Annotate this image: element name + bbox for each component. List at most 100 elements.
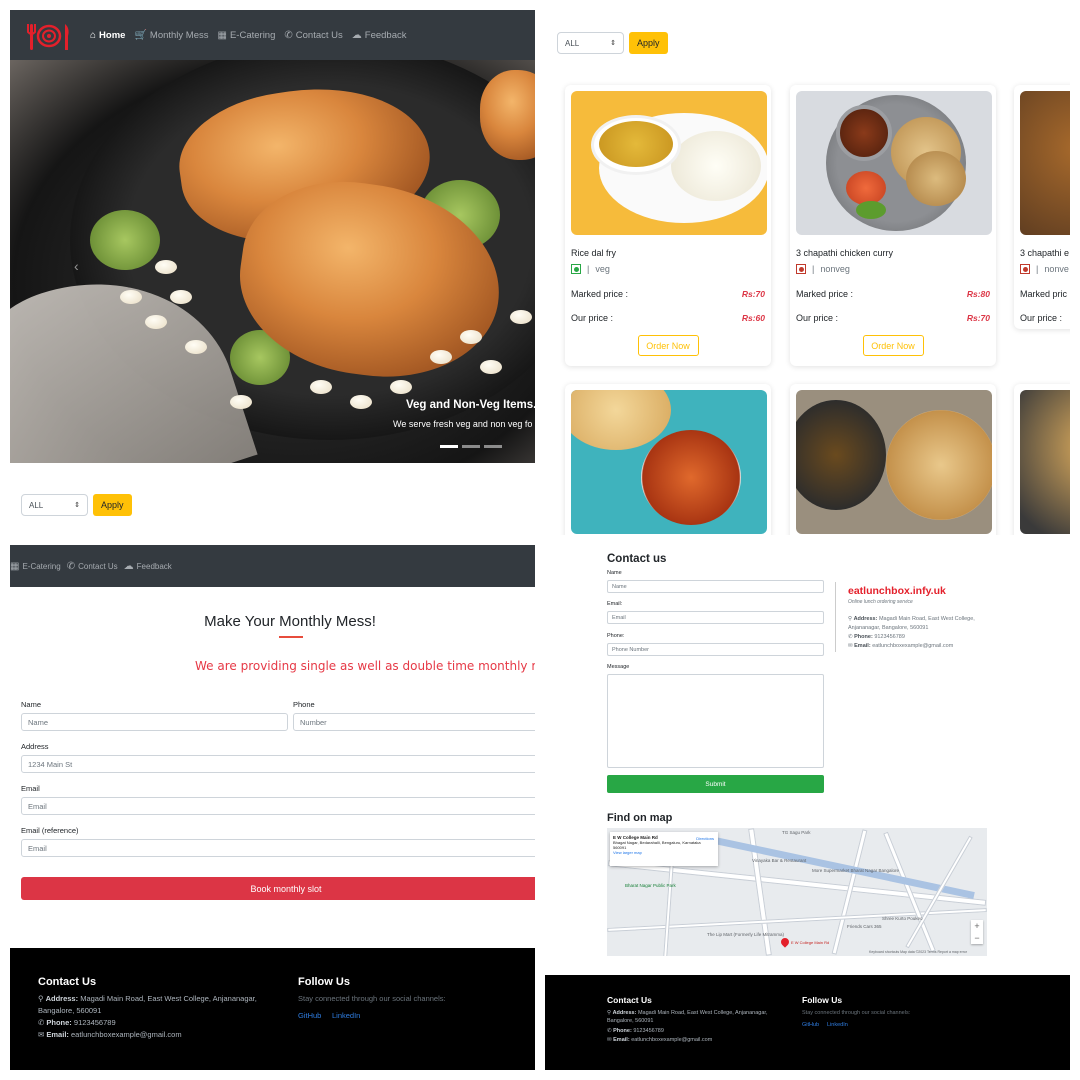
menu-card: Rice dal fry | veg Marked price : Rs:70 O… [565, 85, 771, 366]
item-type: | nonveg [796, 264, 990, 274]
message-textarea[interactable] [607, 674, 824, 768]
menu-filter: ALL ⇕ Apply [557, 32, 668, 54]
map-place-card: E W College Main Rd Bhagat Nagar, Bedara… [610, 832, 718, 866]
monthly-mess-screen: ▦ E-Catering ✆ Contact Us ☁ Feedback Make Y… [10, 545, 535, 1070]
brand-logo[interactable] [26, 18, 72, 52]
nav-home[interactable]: ⌂ Home [90, 30, 125, 41]
home-screen: ⌂ Home 🛒 Monthly Mess ▦ E-Catering ✆ Contact… [10, 10, 535, 535]
boxes-icon: ▦ [10, 560, 20, 572]
page-title: Make Your Monthly Mess! [204, 613, 376, 630]
footer-phone: ✆ Phone: 9123456789 [607, 1028, 664, 1034]
footer-address: ⚲ Address: Magadi Main Road, East West C… [38, 994, 257, 1015]
cart-icon: 🛒 [134, 29, 147, 41]
marked-price: Rs:80 [966, 289, 990, 299]
footer-address: ⚲ Address: Magadi Main Road, East West C… [607, 1010, 768, 1024]
footer: Contact Us ⚲ Address: Magadi Main Road, … [545, 975, 1070, 1070]
contact-email: ✉ Email: eatlunchboxexample@gmail.com [848, 643, 954, 649]
page-subtitle: We are providing single as well as doubl… [195, 659, 535, 673]
email-input[interactable]: Email [21, 797, 535, 815]
hero-carousel[interactable]: ‹ Veg and Non-Veg Items. We serve fresh … [10, 60, 535, 463]
cloud-icon: ☁ [351, 29, 362, 41]
footer-follow-text: Stay connected through our social channe… [298, 994, 446, 1003]
name-input[interactable]: Name [607, 580, 824, 593]
nav-contact-us[interactable]: ✆ Contact Us [67, 561, 118, 572]
directions-link[interactable]: Directions [696, 836, 714, 841]
phone-input[interactable]: Phone Number [607, 643, 824, 656]
contact-address: ⚲ Address: Magadi Main Road, East West C… [848, 616, 975, 631]
apply-button[interactable]: Apply [93, 494, 132, 516]
title-underline [279, 636, 303, 638]
cloud-icon: ☁ [123, 560, 134, 572]
phone-label: Phone: [607, 633, 625, 639]
address-input[interactable]: 1234 Main St [21, 755, 535, 773]
nonveg-icon [1020, 264, 1030, 274]
book-monthly-slot-button[interactable]: Book monthly slot [21, 877, 535, 900]
apply-button[interactable]: Apply [629, 32, 668, 54]
nav-e-catering[interactable]: ▦ E-Catering [218, 30, 276, 41]
name-label: Name [607, 570, 622, 576]
google-map[interactable]: E W College Main Rd Bhagat Nagar, Bedara… [607, 828, 987, 956]
map-pin-icon[interactable] [779, 936, 791, 948]
footer-follow-text: Stay connected through our social channe… [802, 1010, 911, 1016]
menu-screen: ALL ⇕ Apply Rice dal fry | veg Marked pri… [545, 10, 1070, 535]
nav-monthly-mess[interactable]: 🛒 Monthly Mess [134, 30, 208, 41]
marked-price: Rs:70 [741, 289, 765, 299]
menu-card [1014, 384, 1070, 535]
nav-feedback[interactable]: ☁ Feedback [352, 30, 407, 41]
message-label: Message [607, 664, 630, 670]
order-now-button[interactable]: Order Now [637, 335, 699, 356]
select-arrows-icon: ⇕ [610, 40, 616, 47]
envelope-icon: ✉ [38, 1030, 45, 1039]
phone-icon: ✆ [848, 634, 853, 640]
phone-input[interactable]: Number [293, 713, 535, 731]
map-footer: Keyboard shortcuts Map data ©2023 Terms … [869, 950, 968, 954]
carousel-indicator[interactable] [484, 445, 502, 448]
name-input[interactable]: Name [21, 713, 288, 731]
map-zoom-controls[interactable]: + − [971, 920, 983, 944]
submit-button[interactable]: Submit [607, 775, 824, 793]
phone-icon: ✆ [607, 1028, 612, 1034]
veg-icon [571, 264, 581, 274]
linkedin-link[interactable]: LinkedIn [332, 1011, 360, 1020]
phone-icon: ✆ [284, 29, 293, 41]
carousel-caption-title: Veg and Non-Veg Items. [406, 399, 535, 411]
carousel-indicator[interactable] [462, 445, 480, 448]
phone-label: Phone [293, 700, 315, 709]
envelope-icon: ✉ [607, 1037, 612, 1043]
email-label: Email: [607, 601, 623, 607]
view-larger-map-link[interactable]: View larger map [613, 850, 642, 855]
nav-e-catering[interactable]: ▦ E-Catering [10, 561, 61, 572]
food-image [1020, 390, 1070, 534]
brand-name: eatlunchbox.infy.uk [848, 585, 946, 597]
item-type: | nonve [1020, 264, 1070, 274]
footer-email: ✉ Email: eatlunchboxexample@gmail.com [38, 1030, 182, 1039]
divider [835, 582, 836, 652]
food-image [1020, 91, 1070, 235]
linkedin-link[interactable]: LinkedIn [827, 1022, 848, 1028]
category-select[interactable]: ALL ⇕ [557, 32, 624, 54]
contact-title: Contact us [607, 553, 667, 565]
boxes-icon: ▦ [217, 29, 227, 41]
map-pin-label: E W College Main Rd [791, 940, 830, 945]
email-input[interactable]: Email [607, 611, 824, 624]
email-reference-input[interactable]: Email [21, 839, 535, 857]
nav-feedback[interactable]: ☁ Feedback [124, 561, 172, 572]
github-link[interactable]: GitHub [802, 1022, 819, 1028]
carousel-indicator[interactable] [440, 445, 458, 448]
github-link[interactable]: GitHub [298, 1011, 321, 1020]
category-select[interactable]: ALL ⇕ [21, 494, 88, 516]
map-marker-icon: ⚲ [607, 1010, 612, 1016]
order-now-button[interactable]: Order Now [862, 335, 924, 356]
food-image [571, 390, 767, 534]
food-image [571, 91, 767, 235]
map-title: Find on map [607, 812, 673, 824]
contact-phone: ✆ Phone: 9123456789 [848, 634, 905, 640]
contact-screen: Contact us Name Name Email: Email Phone:… [545, 545, 1070, 1070]
map-marker-icon: ⚲ [38, 994, 44, 1003]
footer-contact-title: Contact Us [38, 976, 97, 988]
menu-card: 3 chapathi chicken curry | nonveg Marked… [790, 85, 996, 366]
brand-tagline: Online lunch ordering service [848, 599, 913, 605]
item-name: 3 chapathi chicken curry [796, 248, 894, 258]
nav-contact-us[interactable]: ✆ Contact Us [284, 30, 342, 41]
carousel-prev-icon[interactable]: ‹ [74, 258, 79, 274]
